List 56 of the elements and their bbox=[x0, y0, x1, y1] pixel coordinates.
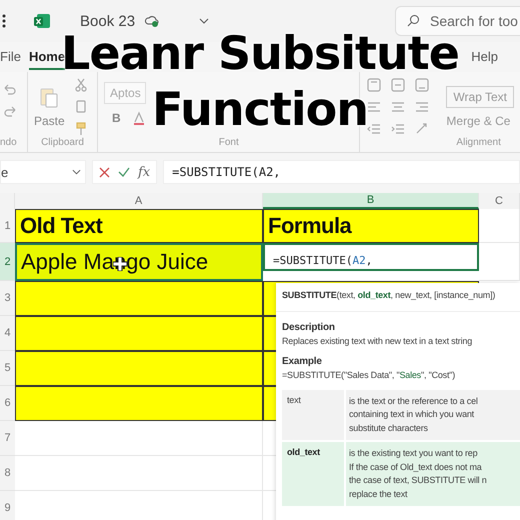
ribbon-tab[interactable]: Help bbox=[471, 44, 498, 70]
argument-name: text bbox=[286, 394, 302, 407]
search-icon bbox=[407, 14, 420, 27]
row-header[interactable]: 8 bbox=[0, 456, 15, 491]
function-signature: SUBSTITUTE(text, old_text, new_text, [instance_num]) bbox=[276, 283, 520, 312]
table-cell[interactable]: Old Text bbox=[15, 209, 263, 243]
check-icon[interactable] bbox=[118, 167, 130, 177]
clipboard-icon[interactable] bbox=[39, 86, 60, 108]
table-cell[interactable] bbox=[15, 316, 263, 351]
table-cell[interactable]: =SUBSTITUTE(A2, bbox=[263, 243, 479, 271]
ribbon-tab[interactable]: File bbox=[0, 44, 21, 70]
group-label: Clipboard bbox=[40, 137, 85, 148]
row-header[interactable]: 2 bbox=[0, 243, 15, 281]
bold-button[interactable]: B bbox=[112, 111, 121, 125]
align-middle-icon[interactable] bbox=[390, 76, 406, 92]
column-header[interactable]: C bbox=[479, 193, 520, 209]
workbook-title: Book 23 bbox=[80, 12, 136, 30]
align-top-icon[interactable] bbox=[366, 76, 382, 92]
column-header[interactable]: B bbox=[263, 193, 479, 209]
group-label: Alignment bbox=[455, 137, 502, 148]
excel-logo-icon bbox=[34, 13, 50, 29]
description-heading: Description bbox=[281, 322, 336, 333]
argument-name: old_text bbox=[286, 446, 321, 460]
argument-description: is the text or the reference to a cel containing text in which you want substitute characters bbox=[344, 390, 520, 440]
row-header[interactable]: 7 bbox=[0, 421, 15, 456]
argument-description: is the existing text you want to rep If the case of Old_text does not ma the case of text, SUBSTITUTE will n replace the text bbox=[344, 442, 520, 506]
row-header[interactable]: 4 bbox=[0, 316, 15, 351]
table-cell[interactable]: Formula bbox=[263, 209, 479, 243]
search-field[interactable]: Search for too bbox=[395, 6, 520, 36]
chevron-down-icon[interactable] bbox=[199, 18, 210, 24]
group-label: ndo bbox=[0, 137, 18, 148]
overlay-title: Function bbox=[152, 86, 368, 132]
row-header[interactable]: 5 bbox=[0, 351, 15, 386]
table-cell[interactable] bbox=[15, 281, 263, 316]
name-box[interactable]: e bbox=[0, 160, 86, 184]
example-text: =SUBSTITUTE("Sales Data", "Sales", "Cost") bbox=[281, 368, 456, 380]
formula-field[interactable]: =SUBSTITUTE(A2, bbox=[163, 160, 520, 184]
row-header[interactable]: 6 bbox=[0, 386, 15, 421]
wrap-text-button[interactable]: Wrap Text bbox=[446, 86, 514, 108]
align-bottom-icon[interactable] bbox=[414, 76, 430, 92]
scissors-icon[interactable] bbox=[72, 76, 89, 92]
row-header[interactable]: 3 bbox=[0, 281, 15, 316]
example-heading: Example bbox=[281, 356, 323, 367]
group-label: Font bbox=[218, 137, 240, 148]
table-cell[interactable] bbox=[15, 386, 263, 421]
merge-button[interactable]: Merge & Ce bbox=[446, 114, 510, 128]
table-cell[interactable] bbox=[15, 351, 263, 386]
description-text: Replaces existing text with new text in a text string bbox=[281, 334, 473, 346]
row-header[interactable]: 1 bbox=[0, 209, 15, 243]
paste-button[interactable]: Paste bbox=[34, 114, 65, 128]
row-header[interactable]: 9 bbox=[0, 491, 15, 520]
more-icon[interactable] bbox=[2, 13, 6, 29]
chevron-down-icon[interactable] bbox=[72, 169, 81, 175]
cancel-icon[interactable] bbox=[99, 166, 110, 178]
insert-function-button[interactable]: fx bbox=[138, 164, 150, 180]
cloud-check-icon[interactable] bbox=[145, 15, 160, 27]
